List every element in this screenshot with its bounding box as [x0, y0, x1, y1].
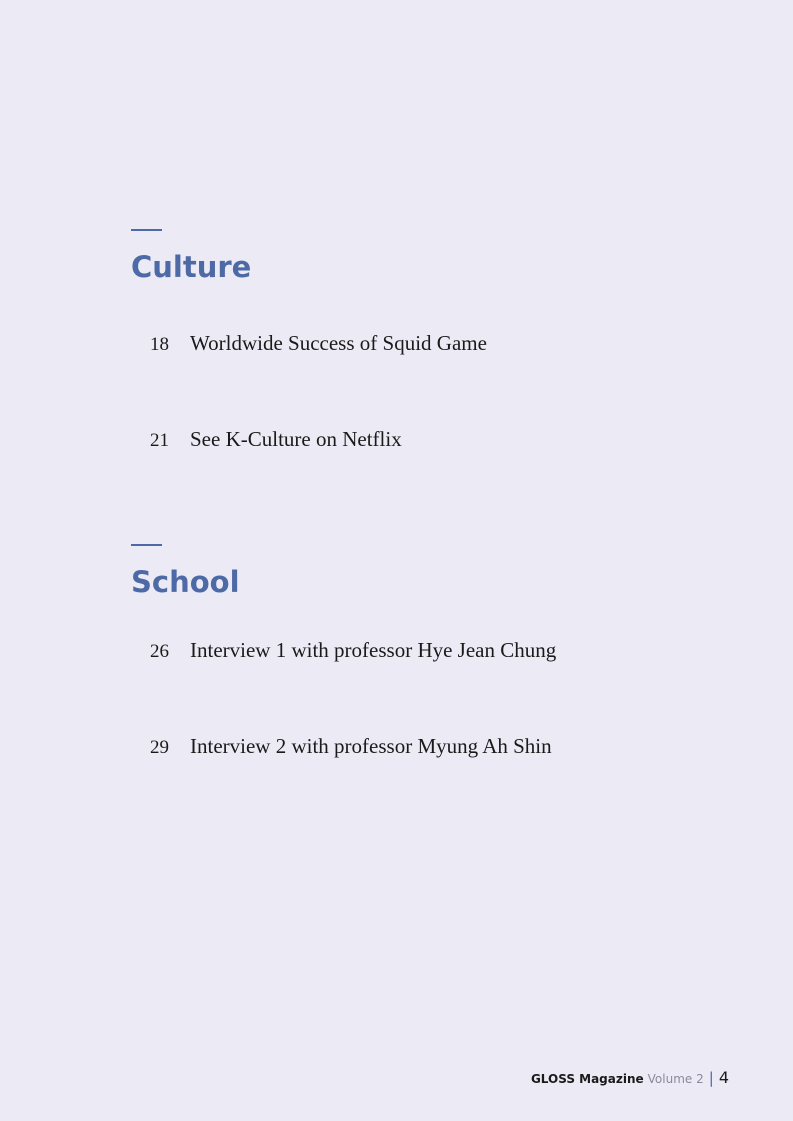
section-divider — [131, 544, 162, 546]
section-school: School — [131, 544, 240, 597]
toc-entry[interactable]: 29 Interview 2 with professor Myung Ah S… — [131, 734, 552, 758]
toc-entry[interactable]: 26 Interview 1 with professor Hye Jean C… — [131, 638, 557, 662]
toc-page-number: 21 — [150, 430, 169, 451]
section-culture: Culture — [131, 229, 251, 282]
footer-page-number: 4 — [718, 1068, 729, 1087]
toc-page-number: 18 — [150, 334, 169, 355]
toc-entry-title: Interview 2 with professor Myung Ah Shin — [190, 734, 552, 758]
toc-page-number: 29 — [150, 737, 169, 758]
toc-page-number: 26 — [150, 641, 169, 662]
footer-volume: Volume 2 — [647, 1072, 704, 1086]
toc-entry[interactable]: 21 See K-Culture on Netflix — [131, 427, 402, 451]
toc-entry-title: Worldwide Success of Squid Game — [190, 331, 487, 355]
toc-entry-title: Interview 1 with professor Hye Jean Chun… — [190, 638, 557, 662]
page-footer: GLOSS Magazine Volume 2 | 4 — [531, 1068, 729, 1087]
footer-magazine-name: GLOSS Magazine — [530, 1072, 644, 1086]
section-title-school: School — [131, 565, 240, 599]
toc-entry-title: See K-Culture on Netflix — [190, 427, 402, 451]
toc-entry[interactable]: 18 Worldwide Success of Squid Game — [131, 331, 487, 355]
section-divider — [131, 229, 162, 231]
footer-separator: | — [708, 1069, 714, 1087]
section-title-culture: Culture — [131, 250, 252, 284]
